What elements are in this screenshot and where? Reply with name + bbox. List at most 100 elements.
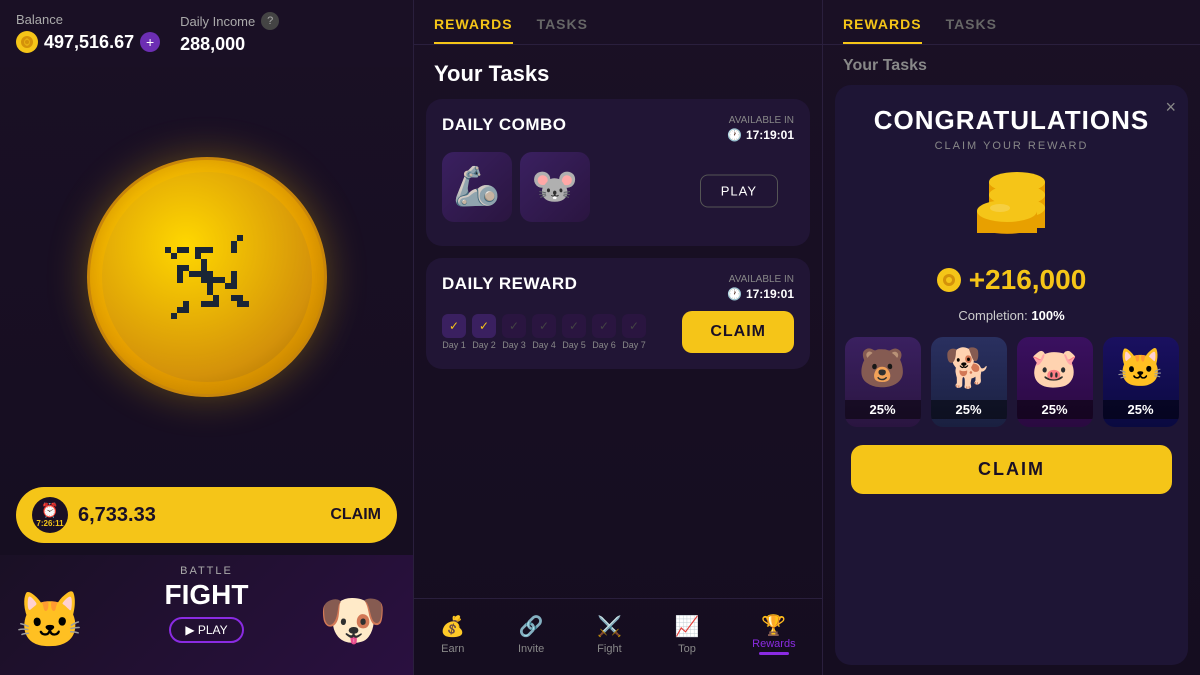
daily-reward-claim-button[interactable]: CLAIM <box>682 311 794 353</box>
invite-icon: 🔗 <box>519 614 544 639</box>
reward-clock-icon: 🕐 <box>727 287 742 301</box>
left-panel: Balance 497,516.67 + Daily Income ? 288,… <box>0 0 413 675</box>
char-emoji-3: 🐷 <box>1031 337 1078 400</box>
rewards-active-indicator <box>759 652 789 655</box>
reward-number: +216,000 <box>969 264 1087 296</box>
fight-label: FIGHT <box>165 579 249 611</box>
rewards-nav-container: 🏆 Rewards <box>752 613 795 655</box>
char-card-4: 🐱 25% <box>1103 337 1179 427</box>
reward-task-header: DAILY REWARD AVAILABLE IN 🕐 17:19:01 <box>442 274 794 301</box>
reward-available-label: AVAILABLE IN <box>729 274 794 285</box>
coins-stack-svg <box>952 168 1072 248</box>
nav-fight-label: Fight <box>597 643 621 655</box>
check-6: ✓ <box>592 314 616 338</box>
check-4: ✓ <box>532 314 556 338</box>
tasks-content: DAILY COMBO AVAILABLE IN 🕐 17:19:01 🦾 🐭 <box>414 99 822 590</box>
char-pct-4: 25% <box>1103 400 1179 419</box>
completion-label: Completion: <box>958 308 1027 323</box>
balance-label: Balance <box>16 12 160 27</box>
char-emoji-4: 🐱 <box>1117 337 1164 400</box>
play-battle-button[interactable]: ▶ PLAY <box>169 617 243 643</box>
nav-item-top[interactable]: 📈 Top <box>663 610 712 659</box>
coin-icon-small <box>16 31 38 53</box>
big-claim-button[interactable]: CLAIM <box>851 445 1172 494</box>
balance-value: 497,516.67 + <box>16 31 160 53</box>
combo-available-in: AVAILABLE IN 🕐 17:19:01 <box>727 115 794 142</box>
day-check-7: ✓ Day 7 <box>622 314 646 350</box>
combo-available-label: AVAILABLE IN <box>729 115 794 126</box>
close-button[interactable]: × <box>1165 97 1176 118</box>
check-3: ✓ <box>502 314 526 338</box>
daily-income-header: Daily Income ? <box>180 12 397 30</box>
tab-tasks[interactable]: TASKS <box>537 16 588 44</box>
day-check-1: ✓ Day 1 <box>442 314 466 350</box>
nav-invite-label: Invite <box>518 643 544 655</box>
rewards-icon: 🏆 <box>761 613 786 638</box>
dog-character: 🐶 <box>298 565 408 675</box>
right-panel: REWARDS TASKS Your Tasks × CONGRATULATIO… <box>823 0 1200 675</box>
info-button[interactable]: ? <box>261 12 279 30</box>
day-check-2: ✓ Day 2 <box>472 314 496 350</box>
bottom-nav: 💰 Earn 🔗 Invite ⚔️ Fight 📈 Top 🏆 Rewards <box>414 598 822 675</box>
combo-task-name: DAILY COMBO <box>442 115 567 135</box>
cat-battle-emoji: 🐱 <box>0 565 105 675</box>
clock-icon: 🕐 <box>727 128 742 142</box>
check-2: ✓ <box>472 314 496 338</box>
day-check-6: ✓ Day 6 <box>592 314 616 350</box>
daily-income-label: Daily Income <box>180 14 255 29</box>
timer-circle: ⏰ 7:26:11 <box>32 497 68 533</box>
coin-inner <box>102 172 312 382</box>
combo-char-2: 🐭 <box>520 152 590 222</box>
tab-rewards[interactable]: REWARDS <box>434 16 513 44</box>
claim-reward-label: CLAIM YOUR REWARD <box>935 140 1089 152</box>
check-7: ✓ <box>622 314 646 338</box>
top-icon: 📈 <box>675 614 700 639</box>
char-card-2: 🐕 25% <box>931 337 1007 427</box>
day-checks: ✓ Day 1 ✓ Day 2 ✓ Day 3 ✓ Day 4 <box>442 314 646 350</box>
right-tabs-header: REWARDS TASKS <box>823 0 1200 45</box>
char-pct-3: 25% <box>1017 400 1093 419</box>
timer-icon: ⏰ <box>41 502 58 519</box>
day-label-2: Day 2 <box>472 340 496 350</box>
day-label-6: Day 6 <box>592 340 616 350</box>
add-balance-button[interactable]: + <box>140 32 160 52</box>
timer-text: 7:26:11 <box>36 519 63 528</box>
combo-timer-value: 17:19:01 <box>746 128 794 142</box>
reward-amount-display: +216,000 <box>937 264 1087 296</box>
character-grid: 🐻 25% 🐕 25% 🐷 25% 🐱 25% <box>845 337 1179 427</box>
reward-bottom: ✓ Day 1 ✓ Day 2 ✓ Day 3 ✓ Day 4 <box>442 311 794 353</box>
top-bar: Balance 497,516.67 + Daily Income ? 288,… <box>0 0 413 67</box>
combo-char-1: 🦾 <box>442 152 512 222</box>
balance-section: Balance 497,516.67 + <box>16 12 160 53</box>
balance-amount: 497,516.67 <box>44 32 134 53</box>
your-tasks-title: Your Tasks <box>414 45 822 99</box>
nav-item-rewards[interactable]: 🏆 Rewards <box>740 609 807 659</box>
nav-item-earn[interactable]: 💰 Earn <box>428 610 477 659</box>
right-tab-rewards[interactable]: REWARDS <box>843 16 922 44</box>
nav-item-fight[interactable]: ⚔️ Fight <box>585 610 634 659</box>
claim-bar[interactable]: ⏰ 7:26:11 6,733.33 CLAIM <box>16 487 397 543</box>
battle-section: 🐱 BATTLE FIGHT ▶ PLAY 🐶 <box>0 555 413 675</box>
claim-amount: 6,733.33 <box>78 504 320 527</box>
combo-task-header: DAILY COMBO AVAILABLE IN 🕐 17:19:01 <box>442 115 794 142</box>
fight-icon: ⚔️ <box>597 614 622 639</box>
combo-play-button[interactable]: PLAY <box>700 175 778 208</box>
main-coin[interactable] <box>87 157 327 397</box>
char-card-3: 🐷 25% <box>1017 337 1093 427</box>
nav-top-label: Top <box>678 643 696 655</box>
daily-combo-card: DAILY COMBO AVAILABLE IN 🕐 17:19:01 🦾 🐭 <box>426 99 810 246</box>
day-label-5: Day 5 <box>562 340 586 350</box>
reward-available-in: AVAILABLE IN 🕐 17:19:01 <box>727 274 794 301</box>
battle-label: BATTLE <box>180 565 233 577</box>
char-pct-1: 25% <box>845 400 921 419</box>
earn-icon: 💰 <box>440 614 465 639</box>
right-tab-tasks[interactable]: TASKS <box>946 16 997 44</box>
nav-rewards-label: Rewards <box>752 638 795 650</box>
check-1: ✓ <box>442 314 466 338</box>
daily-income-value: 288,000 <box>180 34 397 55</box>
middle-tabs-header: REWARDS TASKS <box>414 0 822 45</box>
right-your-tasks: Your Tasks <box>823 45 1200 75</box>
day-check-4: ✓ Day 4 <box>532 314 556 350</box>
nav-item-invite[interactable]: 🔗 Invite <box>506 610 556 659</box>
completion-pct: 100% <box>1031 308 1064 323</box>
